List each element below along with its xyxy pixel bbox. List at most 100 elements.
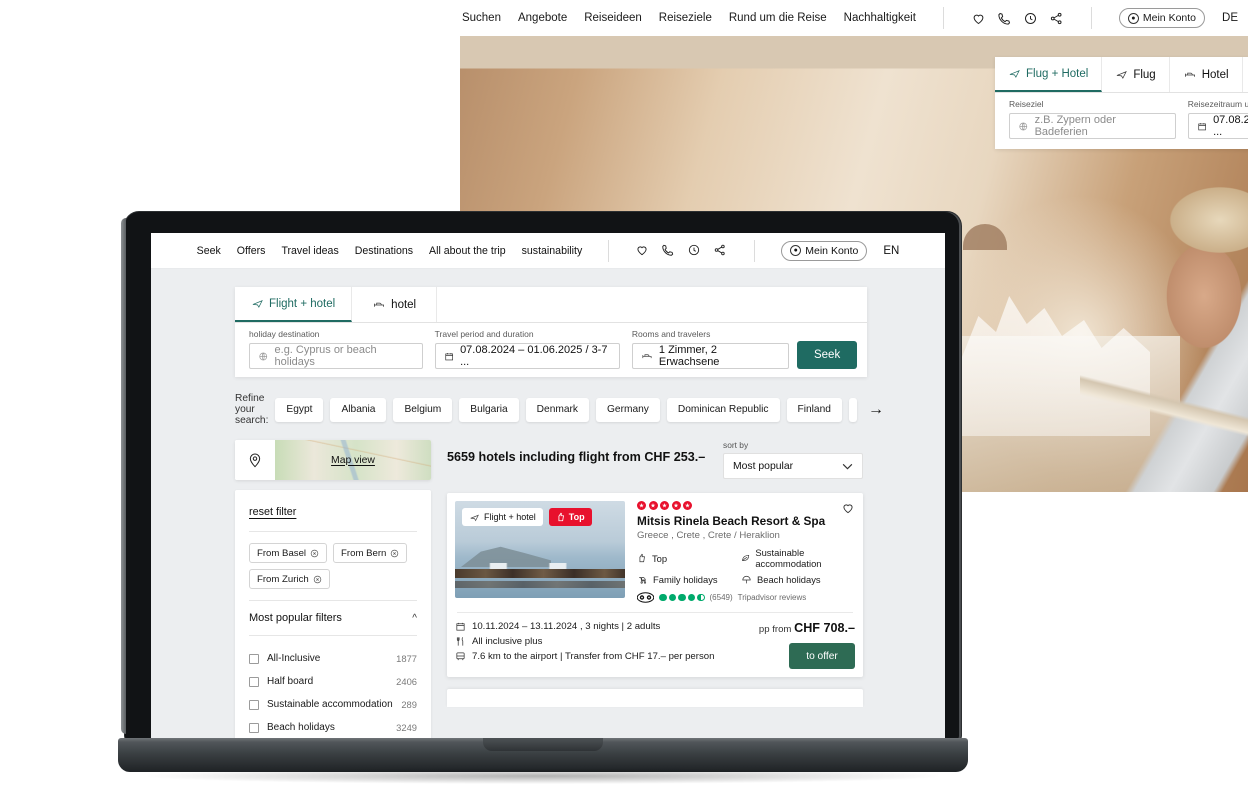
- hotel-card[interactable]: Flight + hotel Top Mitsis Rinela Beach R…: [447, 493, 863, 677]
- badge-top: Top: [548, 508, 592, 526]
- hotel-image[interactable]: Flight + hotel Top: [455, 501, 625, 598]
- refine-chip-bulgaria[interactable]: Bulgaria: [459, 397, 519, 422]
- to-offer-button[interactable]: to offer: [789, 643, 855, 669]
- search-destination-input[interactable]: e.g. Cyprus or beach holidays: [249, 343, 423, 369]
- popular-filters-header[interactable]: Most popular filters ^: [249, 612, 417, 624]
- heart-icon[interactable]: [635, 243, 650, 258]
- bg-destination-input[interactable]: z.B. Zypern oder Badeferien: [1009, 113, 1176, 139]
- period-value: 07.08.2024 – 01.06.2025 / 3-7 ...: [460, 344, 608, 368]
- reset-filter-link[interactable]: reset filter: [249, 506, 296, 518]
- offer-dates-row: 10.11.2024 – 13.11.2024 , 3 nights | 2 a…: [455, 621, 747, 632]
- clock-icon[interactable]: [1023, 11, 1038, 26]
- tab-hotel[interactable]: hotel: [352, 287, 438, 322]
- refine-chip-denmark[interactable]: Denmark: [525, 397, 589, 422]
- tag-from-basel[interactable]: From Basel: [249, 543, 328, 563]
- clock-icon[interactable]: [687, 243, 702, 258]
- close-icon[interactable]: [313, 575, 322, 584]
- share-icon[interactable]: [1049, 11, 1064, 26]
- filter-row-beach-holidays[interactable]: Beach holidays 3249: [249, 716, 417, 739]
- tab-flug-hotel[interactable]: Flug + Hotel: [995, 57, 1103, 92]
- sort-select[interactable]: Most popular: [723, 453, 863, 479]
- tab-label-1: Flug: [1133, 68, 1156, 81]
- checkbox[interactable]: [249, 676, 259, 687]
- account-button[interactable]: ● Mein Konto: [781, 240, 868, 261]
- nav-item-travel-ideas[interactable]: Travel ideas: [281, 245, 338, 257]
- bg-nav-item-1[interactable]: Angebote: [518, 12, 567, 24]
- laptop-shadow: [148, 768, 938, 784]
- nav-item-destinations[interactable]: Destinations: [355, 245, 413, 257]
- filter-row-sustainable-accommodation[interactable]: Sustainable accommodation 289: [249, 693, 417, 716]
- tab-kreuzfahrt[interactable]: Kreuzfahrt: [1243, 57, 1248, 92]
- checkbox[interactable]: [249, 722, 259, 733]
- bg-nav-item-5[interactable]: Nachhaltigkeit: [844, 12, 916, 24]
- favorite-heart-icon[interactable]: [841, 501, 855, 515]
- account-button[interactable]: ● Mein Konto: [1118, 8, 1206, 28]
- bg-nav-item-4[interactable]: Rund um die Reise: [729, 12, 827, 24]
- refine-chip-germany[interactable]: Germany: [596, 397, 660, 422]
- close-icon[interactable]: [390, 549, 399, 558]
- page-content: Flight + hotel hotel holiday destination: [151, 269, 945, 743]
- bg-period-input[interactable]: 07.08.2024 – 01.06.2025 / 3-7 ...: [1187, 113, 1248, 139]
- language-switch[interactable]: DE: [1222, 12, 1238, 24]
- image-pier-reflection: [455, 581, 625, 588]
- tab-hotel[interactable]: Hotel: [1170, 57, 1243, 92]
- bg-nav-item-3[interactable]: Reiseziele: [659, 12, 712, 24]
- arrow-right-icon[interactable]: →: [868, 401, 884, 419]
- heart-icon[interactable]: [971, 11, 986, 26]
- card-divider: [457, 612, 853, 613]
- filter-label: Beach holidays: [267, 722, 335, 733]
- refine-chip-dominican-republic[interactable]: Dominican Republic: [666, 397, 780, 422]
- price-value: CHF 708.–: [794, 621, 855, 635]
- main-columns: Map view reset filter From Basel From Be…: [235, 440, 945, 743]
- tab-label-hotel: hotel: [391, 298, 417, 311]
- search-rooms-input[interactable]: 1 Zimmer, 2 Erwachsene: [631, 343, 790, 369]
- account-label: Mein Konto: [805, 244, 859, 257]
- share-icon[interactable]: [713, 243, 728, 258]
- filter-label: Sustainable accommodation: [267, 699, 393, 710]
- hotel-features: Top Sustainable accommodation Family hol…: [637, 547, 855, 585]
- hotel-price-block: pp from CHF 708.– to offer: [747, 621, 855, 669]
- nav-item-seek[interactable]: Seek: [197, 245, 221, 257]
- search-period-input[interactable]: 07.08.2024 – 01.06.2025 / 3-7 ...: [434, 343, 620, 369]
- tag-from-zurich[interactable]: From Zurich: [249, 569, 330, 589]
- tripadvisor-rating[interactable]: (6549) Tripadvisor reviews: [637, 592, 855, 603]
- rooms-group: Rooms and travelers 1 Zimmer, 2 Erwachse…: [631, 329, 790, 369]
- refine-search-row: Refine your search: Egypt Albania Belgiu…: [235, 393, 884, 426]
- bg-nav-item-0[interactable]: Suchen: [462, 12, 501, 24]
- checkbox[interactable]: [249, 699, 259, 710]
- tag-from-bern[interactable]: From Bern: [333, 543, 408, 563]
- background-search-tabs: Flug + Hotel Flug Hotel Kreuzfahrt Rundr…: [995, 57, 1248, 93]
- hotel-card-next-partial[interactable]: [447, 689, 863, 707]
- hotel-location: Greece , Crete , Crete / Heraklion: [637, 530, 780, 541]
- rooms-label: Rooms and travelers: [631, 329, 711, 339]
- map-view-card[interactable]: Map view: [235, 440, 431, 480]
- close-icon[interactable]: [310, 549, 319, 558]
- refine-chip-egypt[interactable]: Egypt: [275, 397, 324, 422]
- search-submit-button[interactable]: Seek: [797, 341, 857, 369]
- phone-icon[interactable]: [661, 243, 676, 258]
- hotel-card-top: Flight + hotel Top Mitsis Rinela Beach R…: [455, 501, 855, 603]
- refine-chip-albania[interactable]: Albania: [330, 397, 387, 422]
- bed-icon: [642, 354, 652, 359]
- nav-item-sustainability[interactable]: sustainability: [522, 245, 583, 257]
- refine-chip-finland[interactable]: Finland: [786, 397, 842, 422]
- checkbox[interactable]: [249, 653, 259, 664]
- filter-row-half-board[interactable]: Half board 2406: [249, 670, 417, 693]
- bg-destination-label: Reiseziel: [1009, 99, 1044, 109]
- bg-nav-item-2[interactable]: Reiseideen: [584, 12, 642, 24]
- tab-flight-hotel[interactable]: Flight + hotel: [235, 287, 353, 322]
- filter-row-all-inclusive[interactable]: All-Inclusive 1877: [249, 647, 417, 670]
- offer-board-row: All inclusive plus: [455, 636, 747, 647]
- nav-item-offers[interactable]: Offers: [237, 245, 266, 257]
- refine-chip-belgium[interactable]: Belgium: [393, 397, 453, 422]
- nav-item-all-about-trip[interactable]: All about the trip: [429, 245, 506, 257]
- calendar-icon: [445, 352, 453, 360]
- account-label: Mein Konto: [1142, 12, 1197, 24]
- language-switch[interactable]: EN: [883, 245, 899, 257]
- chevron-up-icon[interactable]: ^: [412, 613, 417, 624]
- tab-flug[interactable]: Flug: [1102, 57, 1170, 92]
- feature-beach: Beach holidays: [741, 574, 855, 585]
- phone-icon[interactable]: [997, 11, 1012, 26]
- refine-chip-france[interactable]: Fran: [848, 397, 857, 422]
- hotel-name[interactable]: Mitsis Rinela Beach Resort & Spa: [637, 514, 855, 528]
